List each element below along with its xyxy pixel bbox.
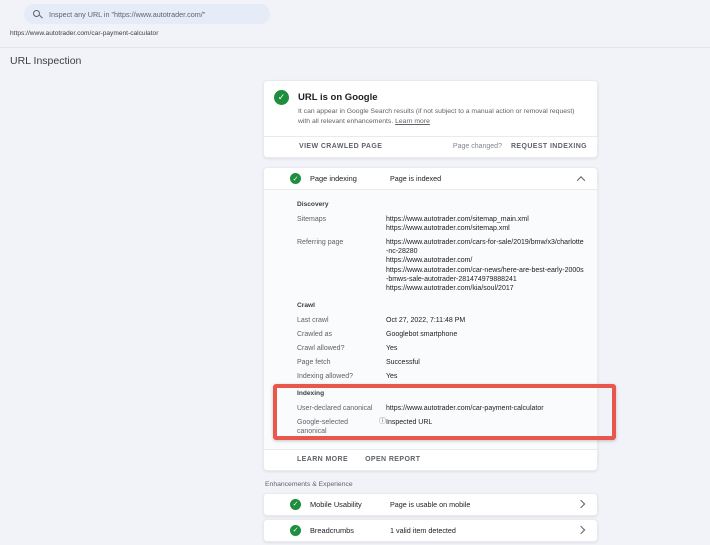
main-column: ✓ URL is on Google It can appear in Goog… [263, 80, 598, 545]
verdict-description-text: It can appear in Google Search results (… [298, 108, 575, 125]
check-circle-icon: ✓ [274, 90, 289, 105]
last-crawl-label: Last crawl [297, 316, 386, 325]
page-indexing-body: Discovery Sitemaps https://www.autotrade… [264, 189, 597, 449]
page-indexing-status: Page is indexed [390, 174, 441, 183]
verdict-card: ✓ URL is on Google It can appear in Goog… [263, 80, 598, 158]
referring-url: https://www.autotrader.com/kia/soul/2017 [386, 284, 585, 293]
crawl-allowed-label: Crawl allowed? [297, 344, 386, 353]
crawl-section-header: Crawl [297, 302, 585, 309]
verdict-footer: VIEW CRAWLED PAGE Page changed? REQUEST … [264, 136, 597, 157]
breadcrumbs-status: 1 valid item detected [390, 526, 456, 535]
page-title: URL Inspection [10, 55, 81, 67]
user-declared-canonical-value: https://www.autotrader.com/car-payment-c… [386, 404, 544, 413]
crawled-as-value: Googlebot smartphone [386, 330, 457, 339]
verdict-footer-right: Page changed? REQUEST INDEXING [453, 143, 587, 150]
crawl-allowed-row: Crawl allowed? Yes [297, 344, 585, 353]
top-divider [0, 47, 710, 48]
learn-more-link[interactable]: Learn more [395, 118, 430, 125]
learn-more-button[interactable]: LEARN MORE [297, 456, 348, 463]
user-declared-canonical-row: User-declared canonical https://www.auto… [297, 404, 585, 413]
page-indexing-footer: LEARN MORE OPEN REPORT [264, 449, 597, 470]
open-report-button[interactable]: OPEN REPORT [365, 456, 420, 463]
check-circle-icon: ✓ [290, 525, 301, 536]
page-indexing-header[interactable]: ✓ Page indexing Page is indexed [264, 168, 597, 189]
last-crawl-value: Oct 27, 2022, 7:11:48 PM [386, 316, 465, 325]
indexing-section: Indexing User-declared canonical https:/… [297, 390, 585, 436]
sitemaps-label: Sitemaps [297, 215, 386, 233]
mobile-usability-title: Mobile Usability [310, 500, 390, 509]
enhancements-section-label: Enhancements & Experience [265, 481, 598, 488]
info-icon[interactable]: ⓘ [379, 418, 386, 425]
page-changed-label: Page changed? [453, 143, 502, 150]
request-indexing-button[interactable]: REQUEST INDEXING [511, 143, 587, 150]
chevron-right-icon[interactable] [577, 526, 585, 534]
breadcrumb: https://www.autotrader.com/car-payment-c… [10, 30, 158, 37]
indexing-allowed-value: Yes [386, 372, 397, 381]
mobile-usability-card[interactable]: ✓ Mobile Usability Page is usable on mob… [263, 493, 598, 516]
crawled-as-row: Crawled as Googlebot smartphone [297, 330, 585, 339]
sitemap-url: https://www.autotrader.com/sitemap.xml [386, 224, 529, 233]
last-crawl-row: Last crawl Oct 27, 2022, 7:11:48 PM [297, 316, 585, 325]
check-circle-icon: ✓ [290, 499, 301, 510]
google-selected-canonical-label-text: Google-selected canonical [297, 418, 376, 436]
discovery-section-header: Discovery [297, 201, 585, 208]
verdict-description: It can appear in Google Search results (… [298, 107, 576, 126]
chevron-right-icon[interactable] [577, 500, 585, 508]
referring-page-value: https://www.autotrader.com/cars-for-sale… [386, 238, 585, 293]
check-circle-icon: ✓ [290, 173, 301, 184]
view-crawled-page-button[interactable]: VIEW CRAWLED PAGE [299, 143, 382, 150]
crawl-allowed-value: Yes [386, 344, 397, 353]
referring-url: https://www.autotrader.com/car-news/here… [386, 266, 585, 284]
url-inspect-search-bar[interactable] [24, 4, 270, 24]
sitemaps-value: https://www.autotrader.com/sitemap_main.… [386, 215, 529, 233]
indexing-allowed-row: Indexing allowed? Yes [297, 372, 585, 381]
page-fetch-row: Page fetch Successful [297, 358, 585, 367]
google-selected-canonical-value: Inspected URL [386, 418, 432, 436]
user-declared-canonical-label: User-declared canonical [297, 404, 386, 413]
crawled-as-label: Crawled as [297, 330, 386, 339]
google-selected-canonical-label: Google-selected canonical ⓘ [297, 418, 386, 436]
referring-page-row: Referring page https://www.autotrader.co… [297, 238, 585, 293]
search-input[interactable] [49, 10, 261, 19]
url-inspection-screen: https://www.autotrader.com/car-payment-c… [0, 0, 710, 477]
sitemap-url: https://www.autotrader.com/sitemap_main.… [386, 215, 529, 224]
page-indexing-card: ✓ Page indexing Page is indexed Discover… [263, 167, 598, 471]
page-indexing-title: Page indexing [310, 174, 390, 183]
chevron-up-icon[interactable] [577, 176, 585, 184]
page-fetch-label: Page fetch [297, 358, 386, 367]
page-fetch-value: Successful [386, 358, 420, 367]
sitemaps-row: Sitemaps https://www.autotrader.com/site… [297, 215, 585, 233]
verdict-text: URL is on Google It can appear in Google… [298, 90, 576, 126]
breadcrumbs-card[interactable]: ✓ Breadcrumbs 1 valid item detected [263, 519, 598, 542]
verdict-header: ✓ URL is on Google It can appear in Goog… [264, 81, 597, 136]
indexing-allowed-label: Indexing allowed? [297, 372, 386, 381]
referring-page-label: Referring page [297, 238, 386, 293]
breadcrumbs-title: Breadcrumbs [310, 526, 390, 535]
mobile-usability-status: Page is usable on mobile [390, 500, 470, 509]
verdict-title: URL is on Google [298, 92, 576, 103]
indexing-section-header: Indexing [297, 390, 585, 397]
referring-url: https://www.autotrader.com/ [386, 256, 585, 265]
referring-url: https://www.autotrader.com/cars-for-sale… [386, 238, 585, 256]
google-selected-canonical-row: Google-selected canonical ⓘ Inspected UR… [297, 418, 585, 436]
search-icon [33, 10, 42, 19]
